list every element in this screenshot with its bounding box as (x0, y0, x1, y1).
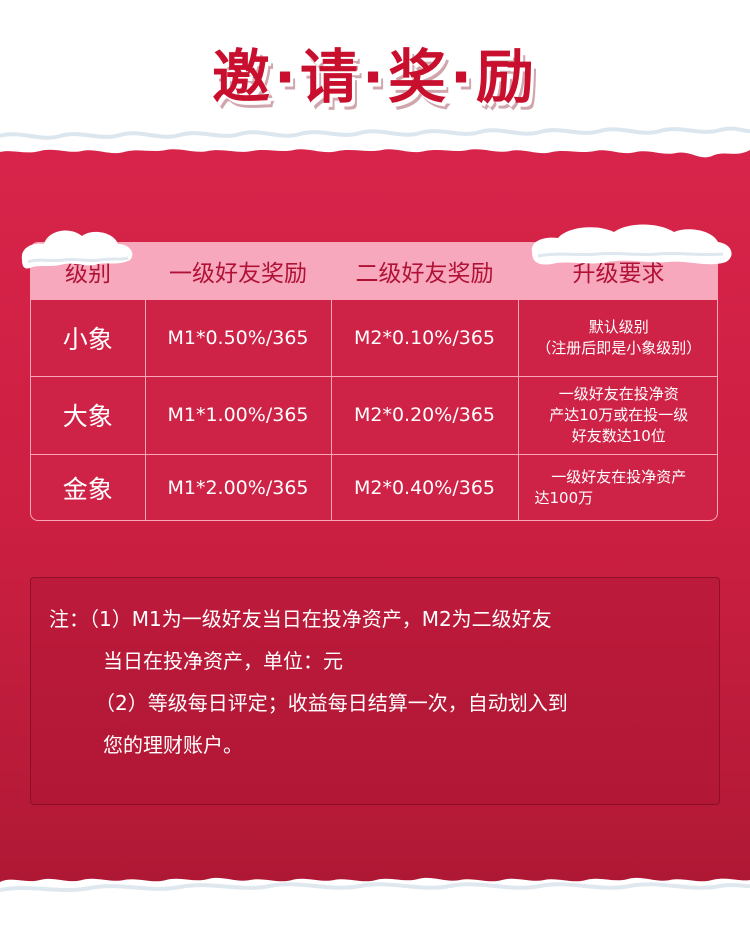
table-row: 大象 M1*1.00%/365 M2*0.20%/365 一级好友在投净资 产达… (31, 375, 717, 454)
level-cell: 小象 (31, 298, 145, 376)
table-row: 金象 M1*2.00%/365 M2*0.40%/365 一级好友在投净资产 达… (31, 453, 717, 520)
req-line: 达100万 (534, 489, 594, 508)
req-line: （注册后即是小象级别） (536, 338, 702, 357)
upgrade-req-cell: 一级好友在投净资产 达100万 (517, 453, 717, 520)
second-reward-cell: M2*0.10%/365 (330, 298, 518, 376)
req-line: 一级好友在投净资产 (551, 468, 687, 487)
snow-bottom-border (0, 877, 750, 943)
table-row: 小象 M1*0.50%/365 M2*0.10%/365 默认级别 （注册后即是… (31, 298, 717, 376)
level-cell: 金象 (31, 453, 145, 520)
first-reward-cell: M1*1.00%/365 (144, 375, 331, 454)
note-box: 注：（1）M1为一级好友当日在投净资产，M2为二级好友 当日在投净资产，单位：元… (30, 577, 720, 805)
level-cell: 大象 (31, 375, 145, 454)
upgrade-req-cell: 默认级别 （注册后即是小象级别） (517, 298, 717, 376)
reward-table: 级别 一级好友奖励 二级好友奖励 升级要求 小象 M1*0.50%/365 M2… (30, 242, 718, 521)
second-reward-cell: M2*0.20%/365 (330, 375, 518, 454)
header-first-reward: 一级好友奖励 (169, 260, 307, 287)
first-reward-cell: M1*2.00%/365 (144, 453, 331, 520)
second-reward-cell: M2*0.40%/365 (330, 453, 518, 520)
req-line: 一级好友在投净资 (558, 384, 679, 403)
page-title: 邀·请·奖·励 (211, 43, 539, 111)
req-line: 默认级别 (588, 317, 649, 336)
req-line: 好友数达10位 (571, 426, 666, 445)
header-second-reward: 二级好友奖励 (355, 260, 494, 287)
snow-cap-decoration (21, 230, 133, 269)
req-line: 产达10万或在投一级 (549, 405, 689, 424)
note-line-3: （2）等级每日评定；收益每日结算一次，自动划入到 (95, 691, 568, 715)
upgrade-req-cell: 一级好友在投净资 产达10万或在投一级 好友数达10位 (517, 375, 717, 454)
first-reward-cell: M1*0.50%/365 (144, 298, 331, 376)
snow-cap-decoration (531, 224, 732, 265)
note-line-4: 您的理财账户。 (103, 733, 243, 757)
note-line-2: 当日在投净资产，单位：元 (103, 649, 343, 673)
note-line-1: 注：（1）M1为一级好友当日在投净资产，M2为二级好友 (49, 607, 552, 631)
